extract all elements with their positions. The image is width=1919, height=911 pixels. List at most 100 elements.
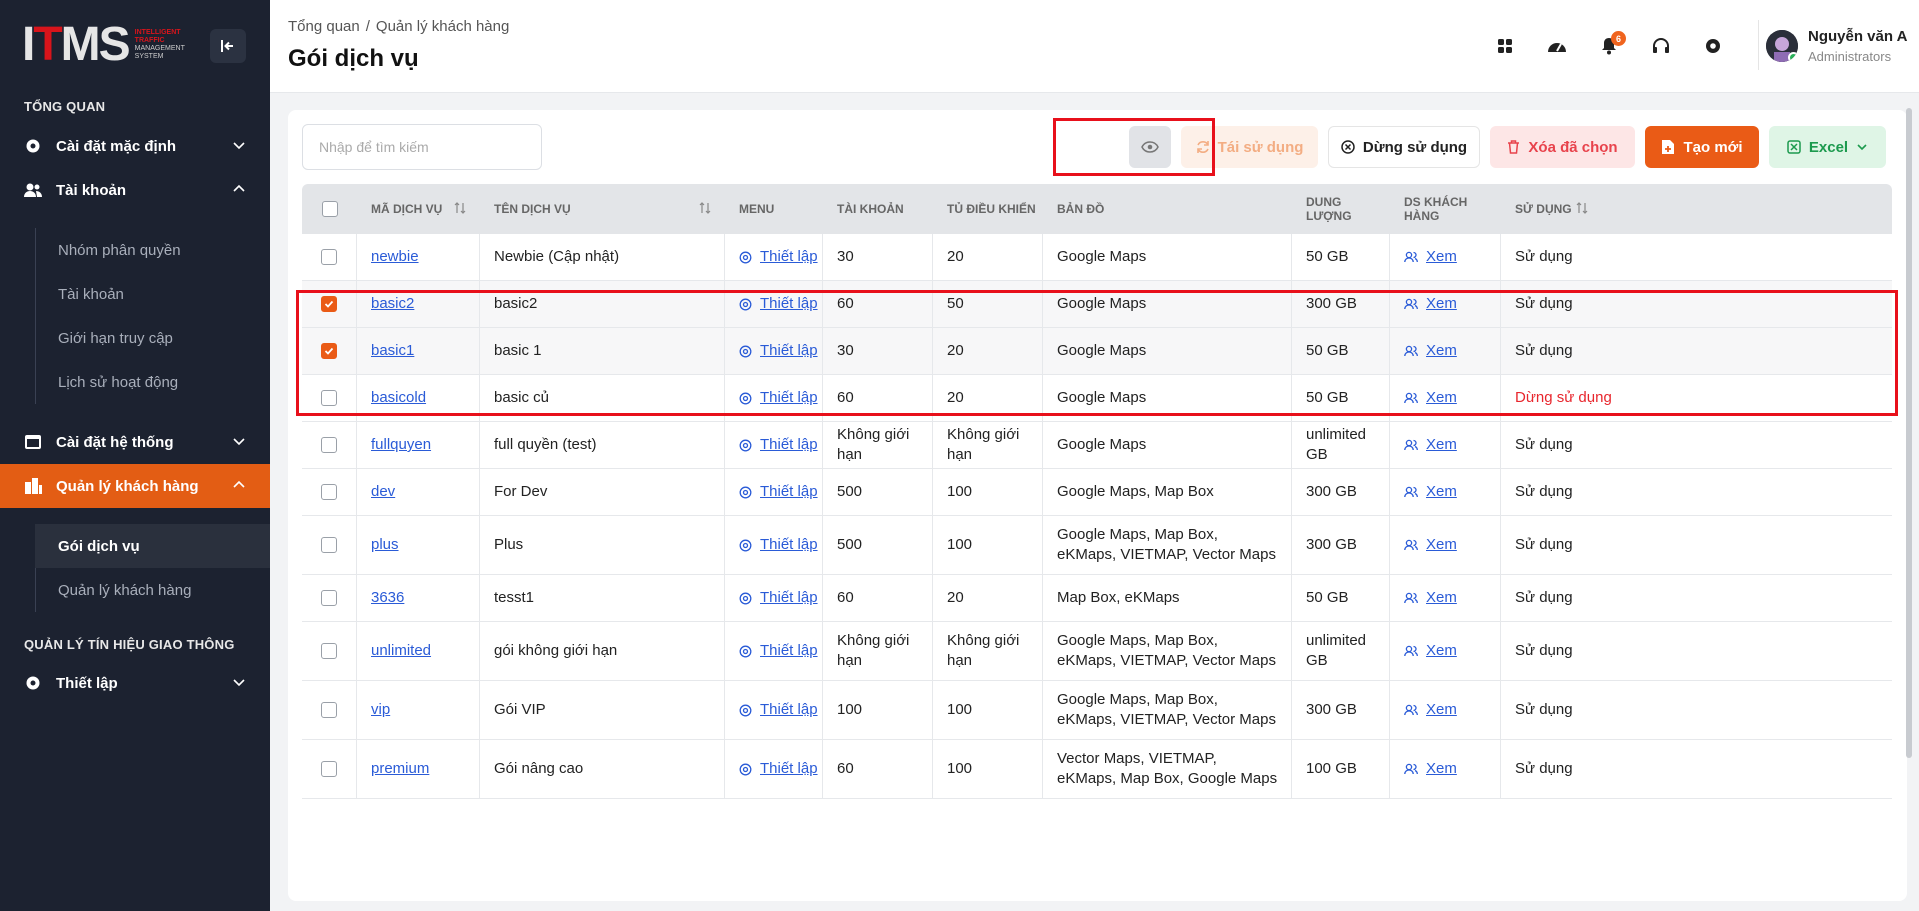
sort-icon[interactable] <box>699 202 711 214</box>
menu-setup-link[interactable]: Thiết lập <box>739 759 818 779</box>
vertical-scrollbar[interactable] <box>1906 108 1912 758</box>
apps-button[interactable] <box>1493 34 1517 58</box>
app-logo[interactable]: ITMS INTELLIGENT TRAFFIC MANAGEMENT SYSTEM <box>22 21 197 69</box>
view-customers-link[interactable]: Xem <box>1404 482 1457 502</box>
view-customers-link[interactable]: Xem <box>1404 641 1457 661</box>
breadcrumb-customer-management[interactable]: Quản lý khách hàng <box>376 18 509 35</box>
sort-icon[interactable] <box>454 202 466 214</box>
service-name: basic củ <box>494 389 550 406</box>
create-new-label: Tạo mới <box>1683 138 1743 156</box>
view-customers-link[interactable]: Xem <box>1404 341 1457 361</box>
cabinets-value: 50 <box>947 295 964 312</box>
sort-icon[interactable] <box>1576 202 1588 214</box>
page-title: Gói dịch vụ <box>288 45 419 72</box>
row-checkbox[interactable] <box>321 643 337 659</box>
select-all-checkbox[interactable] <box>321 201 338 217</box>
toggle-columns-button[interactable] <box>1129 126 1171 168</box>
view-customers-link[interactable]: Xem <box>1404 294 1457 314</box>
sidebar-item-customer-management[interactable]: Quản lý khách hàng <box>0 464 270 508</box>
service-code-link[interactable]: plus <box>371 535 399 555</box>
check-icon <box>324 347 334 355</box>
sidebar-subitem-service-packages[interactable]: Gói dịch vụ <box>35 524 270 568</box>
dashboard-button[interactable] <box>1545 34 1569 58</box>
service-code-link[interactable]: vip <box>371 700 390 720</box>
table-row[interactable]: basic2 basic2 Thiết lập 60 50 Google Maps 300 … <box>302 281 1892 328</box>
row-checkbox[interactable] <box>321 484 337 500</box>
view-customers-link[interactable]: Xem <box>1404 435 1457 455</box>
sidebar-item-default-settings[interactable]: Cài đặt mặc định <box>0 124 270 168</box>
menu-setup-link[interactable]: Thiết lập <box>739 247 818 267</box>
create-new-button[interactable]: Tạo mới <box>1645 126 1759 168</box>
service-code-link[interactable]: fullquyen <box>371 435 431 455</box>
table-row[interactable]: basic1 basic 1 Thiết lập 30 20 Google Maps 50 … <box>302 328 1892 375</box>
view-customers-link[interactable]: Xem <box>1404 700 1457 720</box>
row-checkbox[interactable] <box>321 343 337 359</box>
view-customers-link[interactable]: Xem <box>1404 388 1457 408</box>
sidebar-subitem-access-limit[interactable]: Giới hạn truy cập <box>35 316 270 360</box>
header-usage[interactable]: SỬ DỤNG <box>1501 184 1602 234</box>
service-code-link[interactable]: dev <box>371 482 395 502</box>
support-button[interactable] <box>1649 34 1673 58</box>
delete-selected-button[interactable]: Xóa đã chọn <box>1490 126 1635 168</box>
row-checkbox[interactable] <box>321 537 337 553</box>
row-checkbox[interactable] <box>321 390 337 406</box>
service-code-link[interactable]: 3636 <box>371 588 404 608</box>
sidebar-item-system-settings[interactable]: Cài đặt hệ thống <box>0 420 270 464</box>
view-customers-link[interactable]: Xem <box>1404 759 1457 779</box>
table-row[interactable]: fullquyen full quyền (test) Thiết lập Không… <box>302 422 1892 469</box>
service-code-link[interactable]: basic1 <box>371 341 414 361</box>
main-area: Tổng quan / Quản lý khách hàng Gói dịch vụ… <box>270 0 1919 911</box>
menu-setup-link[interactable]: Thiết lập <box>739 294 818 314</box>
search-input[interactable]: Nhập để tìm kiếm <box>302 124 542 170</box>
table-row[interactable]: 3636 tesst1 Thiết lập 60 20 Map Box, eKMaps 50… <box>302 575 1892 622</box>
table-row[interactable]: unlimited gói không giới hạn Thiết lập Khôn… <box>302 622 1892 681</box>
sidebar-subitem-customer-management[interactable]: Quản lý khách hàng <box>35 568 270 612</box>
row-checkbox[interactable] <box>321 437 337 453</box>
table-row[interactable]: basicold basic củ Thiết lập 60 20 Google Maps… <box>302 375 1892 422</box>
breadcrumb-overview[interactable]: Tổng quan <box>288 18 360 35</box>
table-row[interactable]: dev For Dev Thiết lập 500 100 Google Maps, Ma… <box>302 469 1892 516</box>
user-name[interactable]: Nguyễn văn A <box>1808 28 1907 45</box>
header-name[interactable]: TÊN DỊCH VỤ <box>480 184 725 234</box>
row-checkbox[interactable] <box>321 590 337 606</box>
service-code-link[interactable]: unlimited <box>371 641 431 661</box>
settings-button[interactable] <box>1701 34 1725 58</box>
reuse-button[interactable]: Tái sử dụng <box>1181 126 1318 168</box>
sidebar-item-setup[interactable]: Thiết lập <box>0 661 270 705</box>
sidebar-item-label: Cài đặt hệ thống <box>56 433 174 451</box>
view-customers-link[interactable]: Xem <box>1404 247 1457 267</box>
table-row[interactable]: plus Plus Thiết lập 500 100 Google Maps, Map … <box>302 516 1892 575</box>
table-row[interactable]: newbie Newbie (Cập nhật) Thiết lập 30 20 Goog… <box>302 234 1892 281</box>
maps-value: Google Maps <box>1057 295 1147 312</box>
avatar[interactable] <box>1766 30 1798 62</box>
header-code[interactable]: MÃ DỊCH VỤ <box>357 184 480 234</box>
menu-setup-link[interactable]: Thiết lập <box>739 588 818 608</box>
stop-using-button[interactable]: Dừng sử dụng <box>1328 126 1480 168</box>
service-code-link[interactable]: basic2 <box>371 294 414 314</box>
sidebar-item-account[interactable]: Tài khoản <box>0 168 270 212</box>
menu-setup-link[interactable]: Thiết lập <box>739 641 818 661</box>
row-checkbox[interactable] <box>321 761 337 777</box>
service-code-link[interactable]: premium <box>371 759 429 779</box>
menu-setup-link[interactable]: Thiết lập <box>739 482 818 502</box>
menu-setup-link[interactable]: Thiết lập <box>739 535 818 555</box>
row-checkbox[interactable] <box>321 296 337 312</box>
menu-setup-link[interactable]: Thiết lập <box>739 341 818 361</box>
excel-export-button[interactable]: Excel <box>1769 126 1886 168</box>
service-code-link[interactable]: newbie <box>371 247 419 267</box>
view-customers-link[interactable]: Xem <box>1404 535 1457 555</box>
table-row[interactable]: premium Gói nâng cao Thiết lập 60 100 Vector … <box>302 740 1892 799</box>
row-checkbox[interactable] <box>321 249 337 265</box>
sidebar-subitem-permission-groups[interactable]: Nhóm phân quyền <box>35 228 270 272</box>
collapse-sidebar-button[interactable] <box>210 29 246 63</box>
menu-setup-link[interactable]: Thiết lập <box>739 700 818 720</box>
menu-setup-link[interactable]: Thiết lập <box>739 435 818 455</box>
notifications-button[interactable]: 6 <box>1597 31 1626 58</box>
sidebar-subitem-activity-history[interactable]: Lịch sử hoạt động <box>35 360 270 404</box>
menu-setup-link[interactable]: Thiết lập <box>739 388 818 408</box>
view-customers-link[interactable]: Xem <box>1404 588 1457 608</box>
service-code-link[interactable]: basicold <box>371 388 426 408</box>
table-row[interactable]: vip Gói VIP Thiết lập 100 100 Google Maps, Ma… <box>302 681 1892 740</box>
sidebar-subitem-accounts[interactable]: Tài khoản <box>35 272 270 316</box>
row-checkbox[interactable] <box>321 702 337 718</box>
